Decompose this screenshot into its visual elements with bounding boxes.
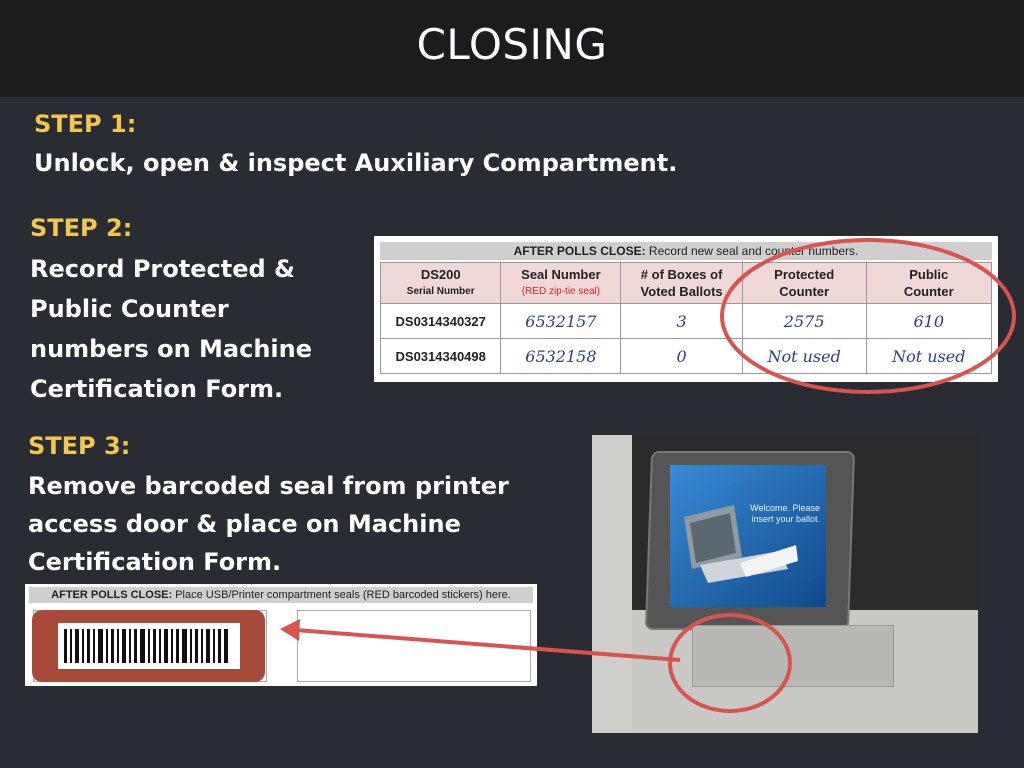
col-serial-title: DS200 — [420, 267, 461, 282]
step3-line-1: Remove barcoded seal from printer — [28, 472, 509, 500]
form1-header-bold: AFTER POLLS CLOSE: — [513, 244, 646, 258]
step2-line-4: Certification Form. — [30, 375, 284, 403]
table-row: DS0314340327 6532157 3 2575 610 — [379, 303, 993, 339]
seal-box-right — [297, 610, 531, 682]
col-protected-title: Protected — [774, 267, 835, 282]
col-protected: Protected Counter — [741, 262, 867, 304]
page-title: CLOSING — [416, 20, 608, 69]
col-public: Public Counter — [865, 262, 993, 304]
table-row: DS0314340498 6532158 0 Not used Not used — [379, 338, 993, 374]
step3-label: STEP 3: — [28, 432, 131, 460]
ds200-machine-photo: Welcome. Please insert your ballot. — [592, 435, 978, 733]
col-seal: Seal Number (RED zip-tie seal) — [500, 262, 622, 304]
col-boxes-sub: Voted Ballots — [640, 284, 723, 299]
form2-header-bold: AFTER POLLS CLOSE: — [51, 589, 173, 601]
cell-seal: 6532158 — [500, 338, 622, 374]
screen-welcome-text: Welcome. Please insert your ballot. — [750, 503, 820, 524]
col-protected-sub: Counter — [779, 284, 830, 299]
seal-placement-form: AFTER POLLS CLOSE: Place USB/Printer com… — [25, 584, 537, 686]
barcode-icon — [58, 623, 240, 669]
col-serial-sub: Serial Number — [406, 286, 475, 297]
col-serial: DS200 Serial Number — [379, 262, 502, 304]
step1-label: STEP 1: — [34, 110, 137, 138]
form2-header: AFTER POLLS CLOSE: Place USB/Printer com… — [29, 587, 533, 603]
table-header-row: DS200 Serial Number Seal Number (RED zip-t… — [379, 262, 993, 304]
cell-serial: DS0314340327 — [379, 303, 502, 339]
cell-boxes: 3 — [620, 303, 743, 339]
col-seal-title: Seal Number — [521, 267, 601, 282]
form1-header-rest: Record new seal and counter numbers. — [645, 244, 859, 258]
cell-boxes: 0 — [620, 338, 743, 374]
cell-public: 610 — [865, 303, 993, 339]
step3-line-3: Certification Form. — [28, 548, 282, 576]
printer-access-door — [692, 625, 894, 687]
step2-line-1: Record Protected & — [30, 255, 295, 283]
col-public-title: Public — [909, 267, 949, 282]
step3-line-2: access door & place on Machine — [28, 510, 461, 538]
cell-serial: DS0314340498 — [379, 338, 502, 374]
col-seal-sub: (RED zip-tie seal) — [521, 286, 601, 297]
cell-public: Not used — [865, 338, 993, 374]
step2-line-2: Public Counter — [30, 295, 229, 323]
cell-protected: Not used — [741, 338, 867, 374]
col-boxes-title: # of Boxes of — [640, 267, 723, 282]
machine-screen: Welcome. Please insert your ballot. — [670, 465, 826, 607]
step2-line-3: numbers on Machine — [30, 335, 313, 363]
form1-header: AFTER POLLS CLOSE: Record new seal and c… — [380, 242, 992, 260]
col-public-sub: Counter — [903, 284, 954, 299]
form2-header-rest: Place USB/Printer compartment seals (RED… — [172, 589, 511, 601]
col-boxes: # of Boxes of Voted Ballots — [620, 262, 743, 304]
step2-label: STEP 2: — [30, 214, 133, 242]
step1-text: Unlock, open & inspect Auxiliary Compart… — [34, 149, 678, 177]
cell-protected: 2575 — [741, 303, 867, 339]
certification-form-table: AFTER POLLS CLOSE: Record new seal and c… — [374, 236, 998, 382]
counter-table: DS200 Serial Number Seal Number (RED zip-t… — [379, 262, 993, 374]
machine-side-panel — [592, 435, 632, 733]
barcoded-seal-sticker — [32, 610, 265, 682]
cell-seal: 6532157 — [500, 303, 622, 339]
